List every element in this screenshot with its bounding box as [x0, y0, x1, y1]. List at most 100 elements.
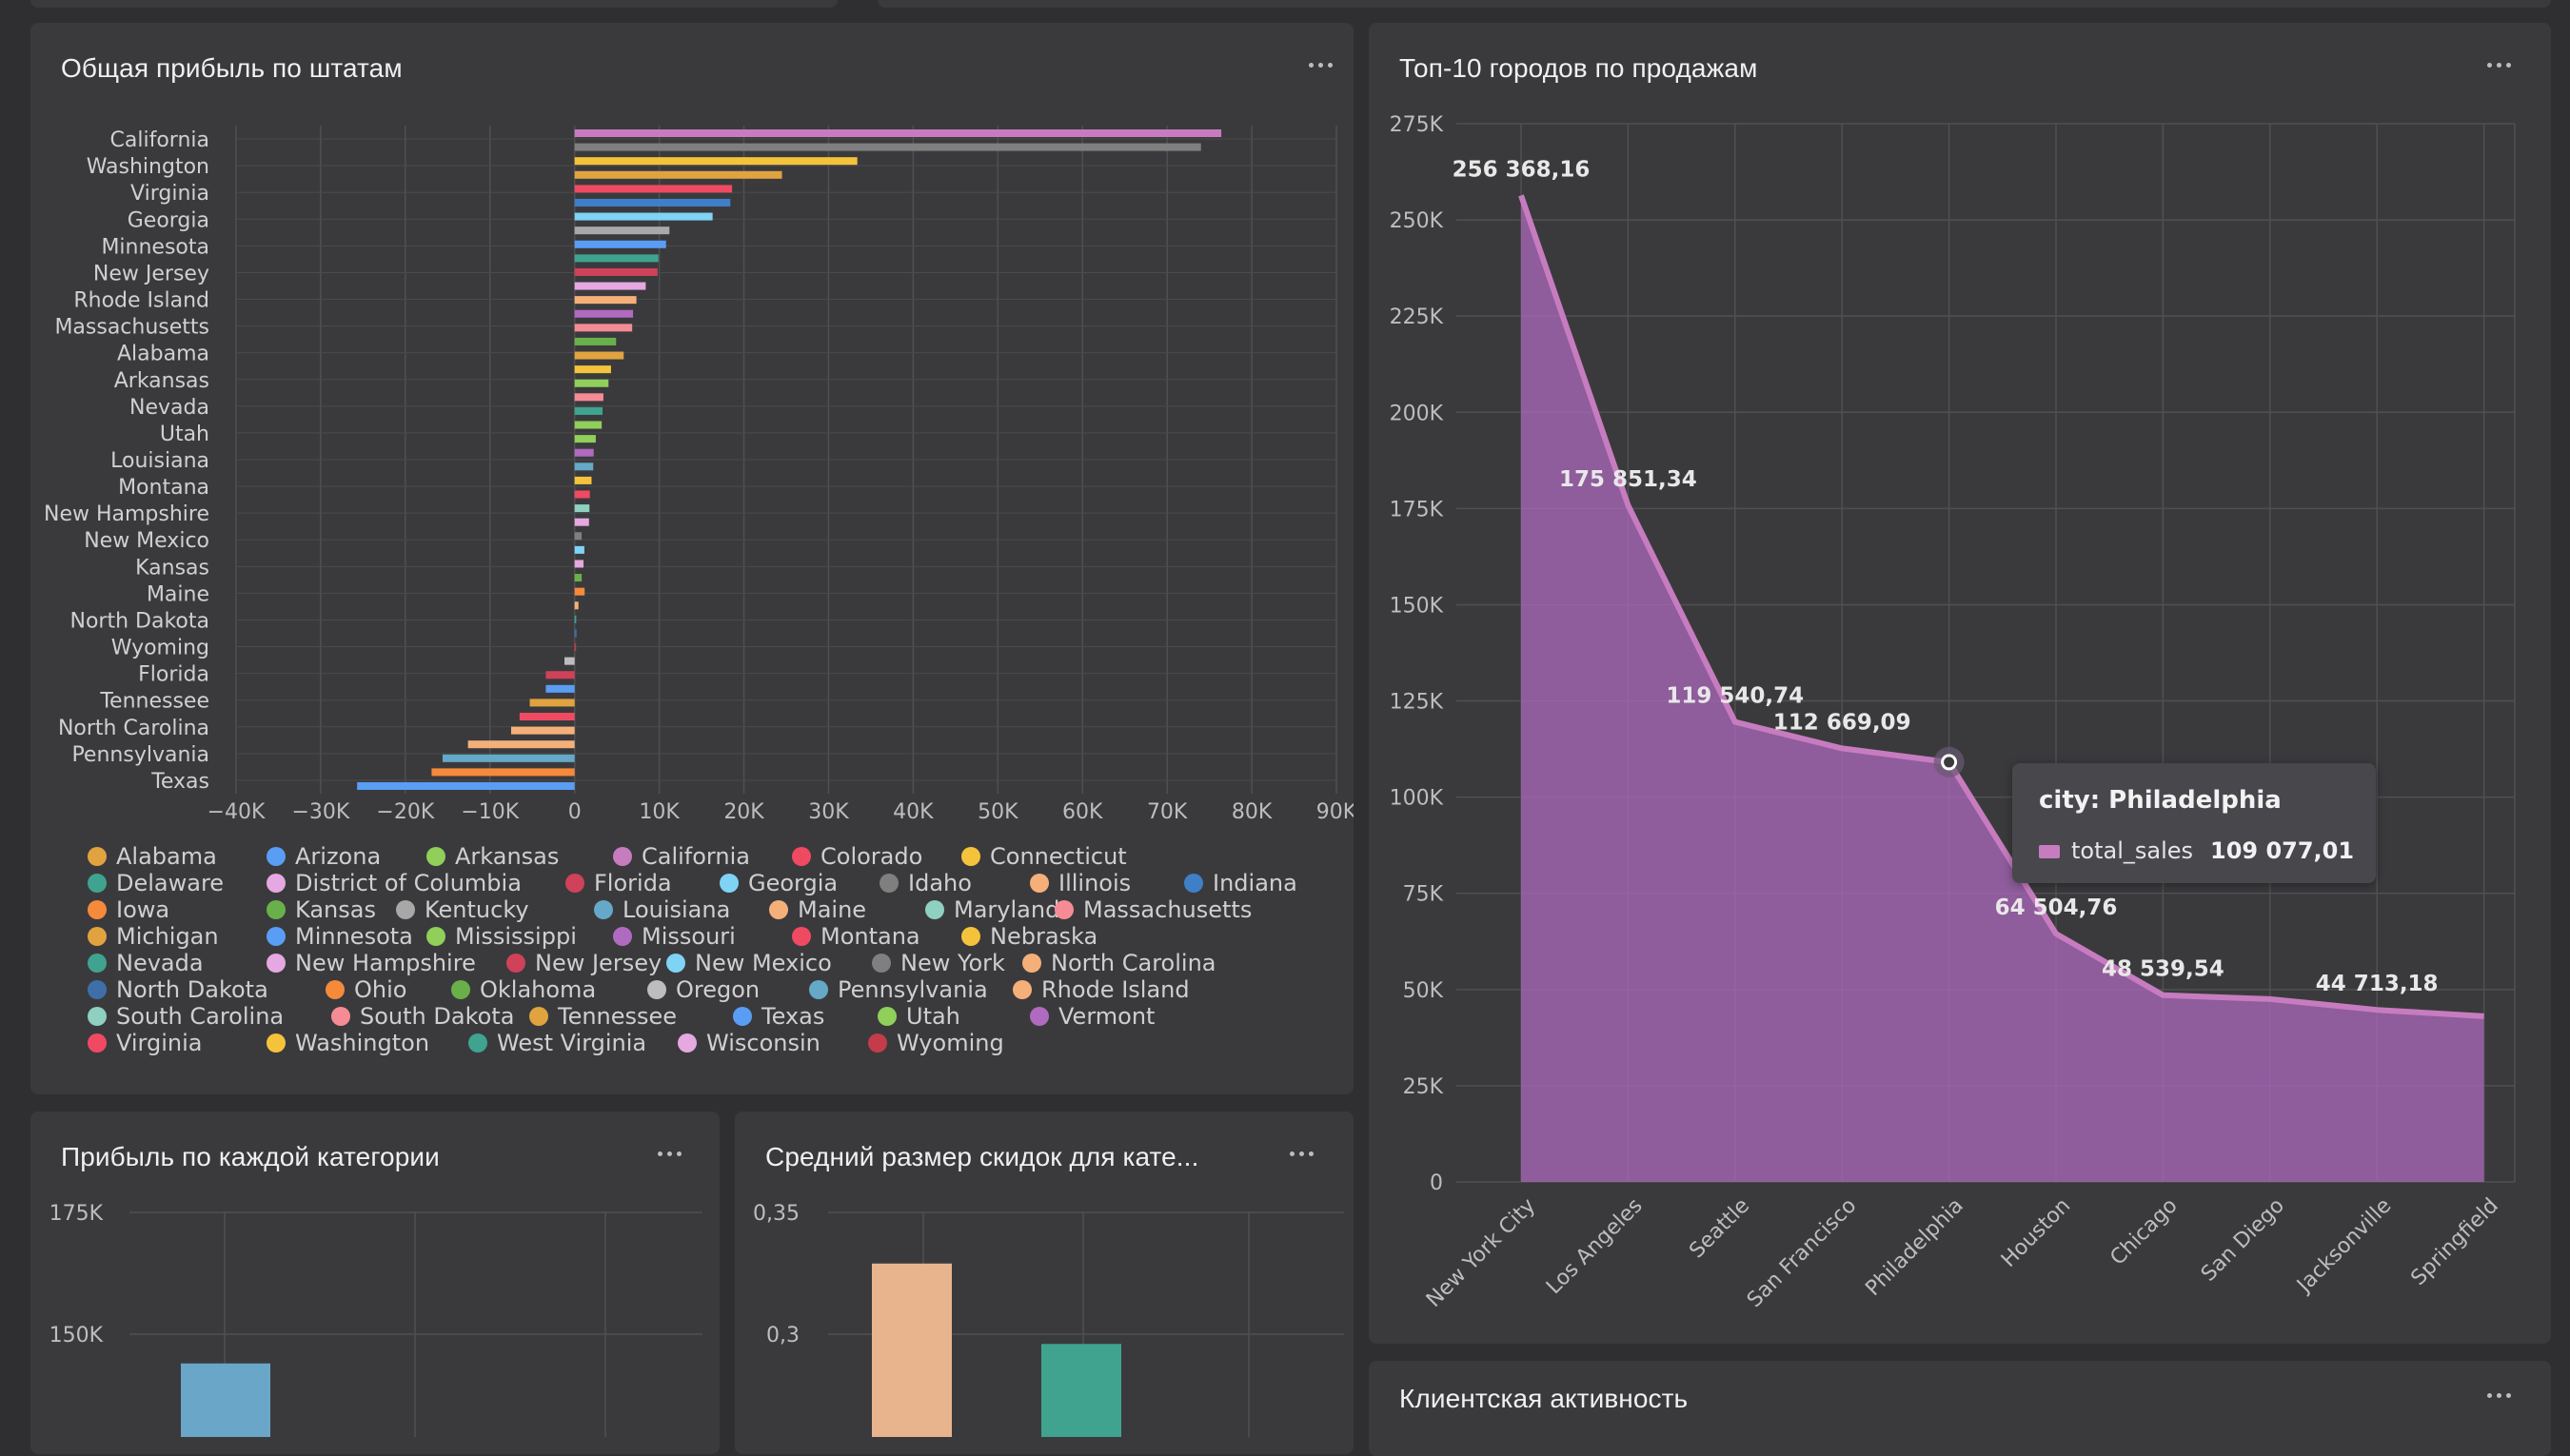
legend-dot [267, 954, 286, 973]
top-cities-chart: 0 25K 50K 75K 100K 125K 150K 175K 200K 225K 250K 27… [1390, 113, 2516, 1312]
legend-item-kentucky[interactable]: Kentucky [396, 896, 529, 923]
legend-label: North Dakota [116, 976, 268, 1003]
legend-item-tennessee[interactable]: Tennessee [529, 1003, 677, 1030]
legend-item-virginia[interactable]: Virginia [88, 1030, 203, 1056]
legend-item-south-dakota[interactable]: South Dakota [331, 1003, 514, 1030]
legend-label: Louisiana [623, 896, 731, 923]
bar-maine [574, 601, 579, 610]
legend-item-massachusetts[interactable]: Massachusetts [1055, 896, 1252, 923]
legend-item-west-virginia[interactable]: West Virginia [468, 1030, 646, 1056]
y-tick-label: 225K [1390, 305, 1444, 329]
legend-item-nevada[interactable]: Nevada [88, 950, 204, 976]
legend-item-mississippi[interactable]: Mississippi [426, 923, 577, 950]
legend-item-pennsylvania[interactable]: Pennsylvania [809, 976, 988, 1003]
legend-label: New Hampshire [295, 950, 476, 976]
legend-label: Washington [295, 1030, 430, 1056]
legend-item-colorado[interactable]: Colorado [792, 843, 922, 870]
legend-item-oregon[interactable]: Oregon [647, 976, 760, 1003]
bar-ohio [431, 768, 575, 777]
legend-label: Pennsylvania [838, 976, 988, 1003]
legend-item-arizona[interactable]: Arizona [267, 843, 381, 870]
legend-item-delaware[interactable]: Delaware [88, 870, 224, 896]
y-tick-label: California [110, 128, 209, 152]
y-tick-label: Georgia [128, 208, 209, 232]
legend-item-connecticut[interactable]: Connecticut [961, 843, 1127, 870]
legend-label: Idaho [908, 870, 972, 896]
legend-dot [468, 1033, 487, 1053]
legend-label: Wisconsin [706, 1030, 820, 1056]
legend-item-ohio[interactable]: Ohio [326, 976, 406, 1003]
legend-dot [1030, 1007, 1049, 1026]
legend-item-wisconsin[interactable]: Wisconsin [678, 1030, 820, 1056]
bar-indiana [574, 198, 731, 207]
legend-label: Kentucky [425, 896, 529, 923]
bar-alabama [574, 351, 624, 360]
legend-dot [88, 900, 107, 919]
legend-item-maryland[interactable]: Maryland [925, 896, 1059, 923]
legend-item-alabama[interactable]: Alabama [88, 843, 217, 870]
legend-item-arkansas[interactable]: Arkansas [426, 843, 559, 870]
legend-item-louisiana[interactable]: Louisiana [594, 896, 730, 923]
legend-dot [769, 900, 788, 919]
legend-item-rhode-island[interactable]: Rhode Island [1013, 976, 1190, 1003]
legend-dot [396, 900, 415, 919]
legend-item-maine[interactable]: Maine [769, 896, 866, 923]
legend-item-new-jersey[interactable]: New Jersey [506, 950, 662, 976]
y-tick-label: New Mexico [84, 529, 209, 553]
x-tick-label: 40K [893, 800, 934, 822]
legend-label: Utah [906, 1003, 960, 1030]
legend-label: Rhode Island [1041, 976, 1190, 1003]
legend-item-south-carolina[interactable]: South Carolina [88, 1003, 284, 1030]
legend-item-indiana[interactable]: Indiana [1184, 870, 1297, 896]
client-activity-more-icon[interactable] [2481, 1386, 2519, 1405]
x-tick-label: Springfield [2406, 1194, 2502, 1290]
legend-item-montana[interactable]: Montana [792, 923, 920, 950]
bar-michigan [574, 170, 782, 179]
bar-connecticut [574, 365, 611, 374]
legend-item-new-york[interactable]: New York [872, 950, 1005, 976]
legend-label: Vermont [1058, 1003, 1156, 1030]
bar-kentucky [574, 226, 670, 235]
legend-item-texas[interactable]: Texas [733, 1003, 824, 1030]
legend-item-oklahoma[interactable]: Oklahoma [451, 976, 596, 1003]
y-tick-label: Virginia [130, 182, 209, 206]
legend-item-utah[interactable]: Utah [878, 1003, 960, 1030]
legend-item-wyoming[interactable]: Wyoming [868, 1030, 1004, 1056]
legend-item-north-carolina[interactable]: North Carolina [1022, 950, 1216, 976]
legend-item-washington[interactable]: Washington [267, 1030, 429, 1056]
legend-item-michigan[interactable]: Michigan [88, 923, 219, 950]
tooltip-header: city: Philadelphia [2039, 786, 2282, 815]
data-label: 112 669,09 [1773, 710, 1911, 735]
category-bar [181, 1363, 270, 1437]
legend-item-new-mexico[interactable]: New Mexico [666, 950, 832, 976]
legend-dot [594, 900, 613, 919]
x-tick-label: 20K [723, 800, 764, 822]
legend-item-minnesota[interactable]: Minnesota [267, 923, 413, 950]
legend-item-iowa[interactable]: Iowa [88, 896, 169, 923]
legend-item-vermont[interactable]: Vermont [1030, 1003, 1155, 1030]
top-cities-panel: Топ-10 городов по продажам 0 25K 50K 75K 100… [1369, 23, 2551, 1344]
legend-item-idaho[interactable]: Idaho [880, 870, 972, 896]
legend-label: New Jersey [535, 950, 662, 976]
bar-north-dakota [574, 629, 577, 638]
bar-new-mexico [574, 545, 584, 554]
legend-item-california[interactable]: California [613, 843, 750, 870]
legend-item-nebraska[interactable]: Nebraska [961, 923, 1097, 950]
bar-nebraska [574, 476, 592, 484]
legend-item-missouri[interactable]: Missouri [613, 923, 736, 950]
legend-label: New York [900, 950, 1005, 976]
legend-item-new-hampshire[interactable]: New Hampshire [267, 950, 476, 976]
legend-dot [1013, 980, 1032, 999]
legend-item-florida[interactable]: Florida [565, 870, 672, 896]
y-tick-label: Montana [118, 476, 209, 500]
legend-dot [792, 927, 811, 946]
legend-item-georgia[interactable]: Georgia [720, 870, 838, 896]
legend-dot [529, 1007, 548, 1026]
legend-item-district-of-columbia[interactable]: District of Columbia [267, 870, 522, 896]
bar-rhode-island [574, 296, 637, 305]
legend-dot [868, 1033, 887, 1053]
legend-item-kansas[interactable]: Kansas [267, 896, 376, 923]
y-tick-label: New Jersey [93, 262, 209, 285]
legend-item-north-dakota[interactable]: North Dakota [88, 976, 268, 1003]
legend-item-illinois[interactable]: Illinois [1030, 870, 1131, 896]
